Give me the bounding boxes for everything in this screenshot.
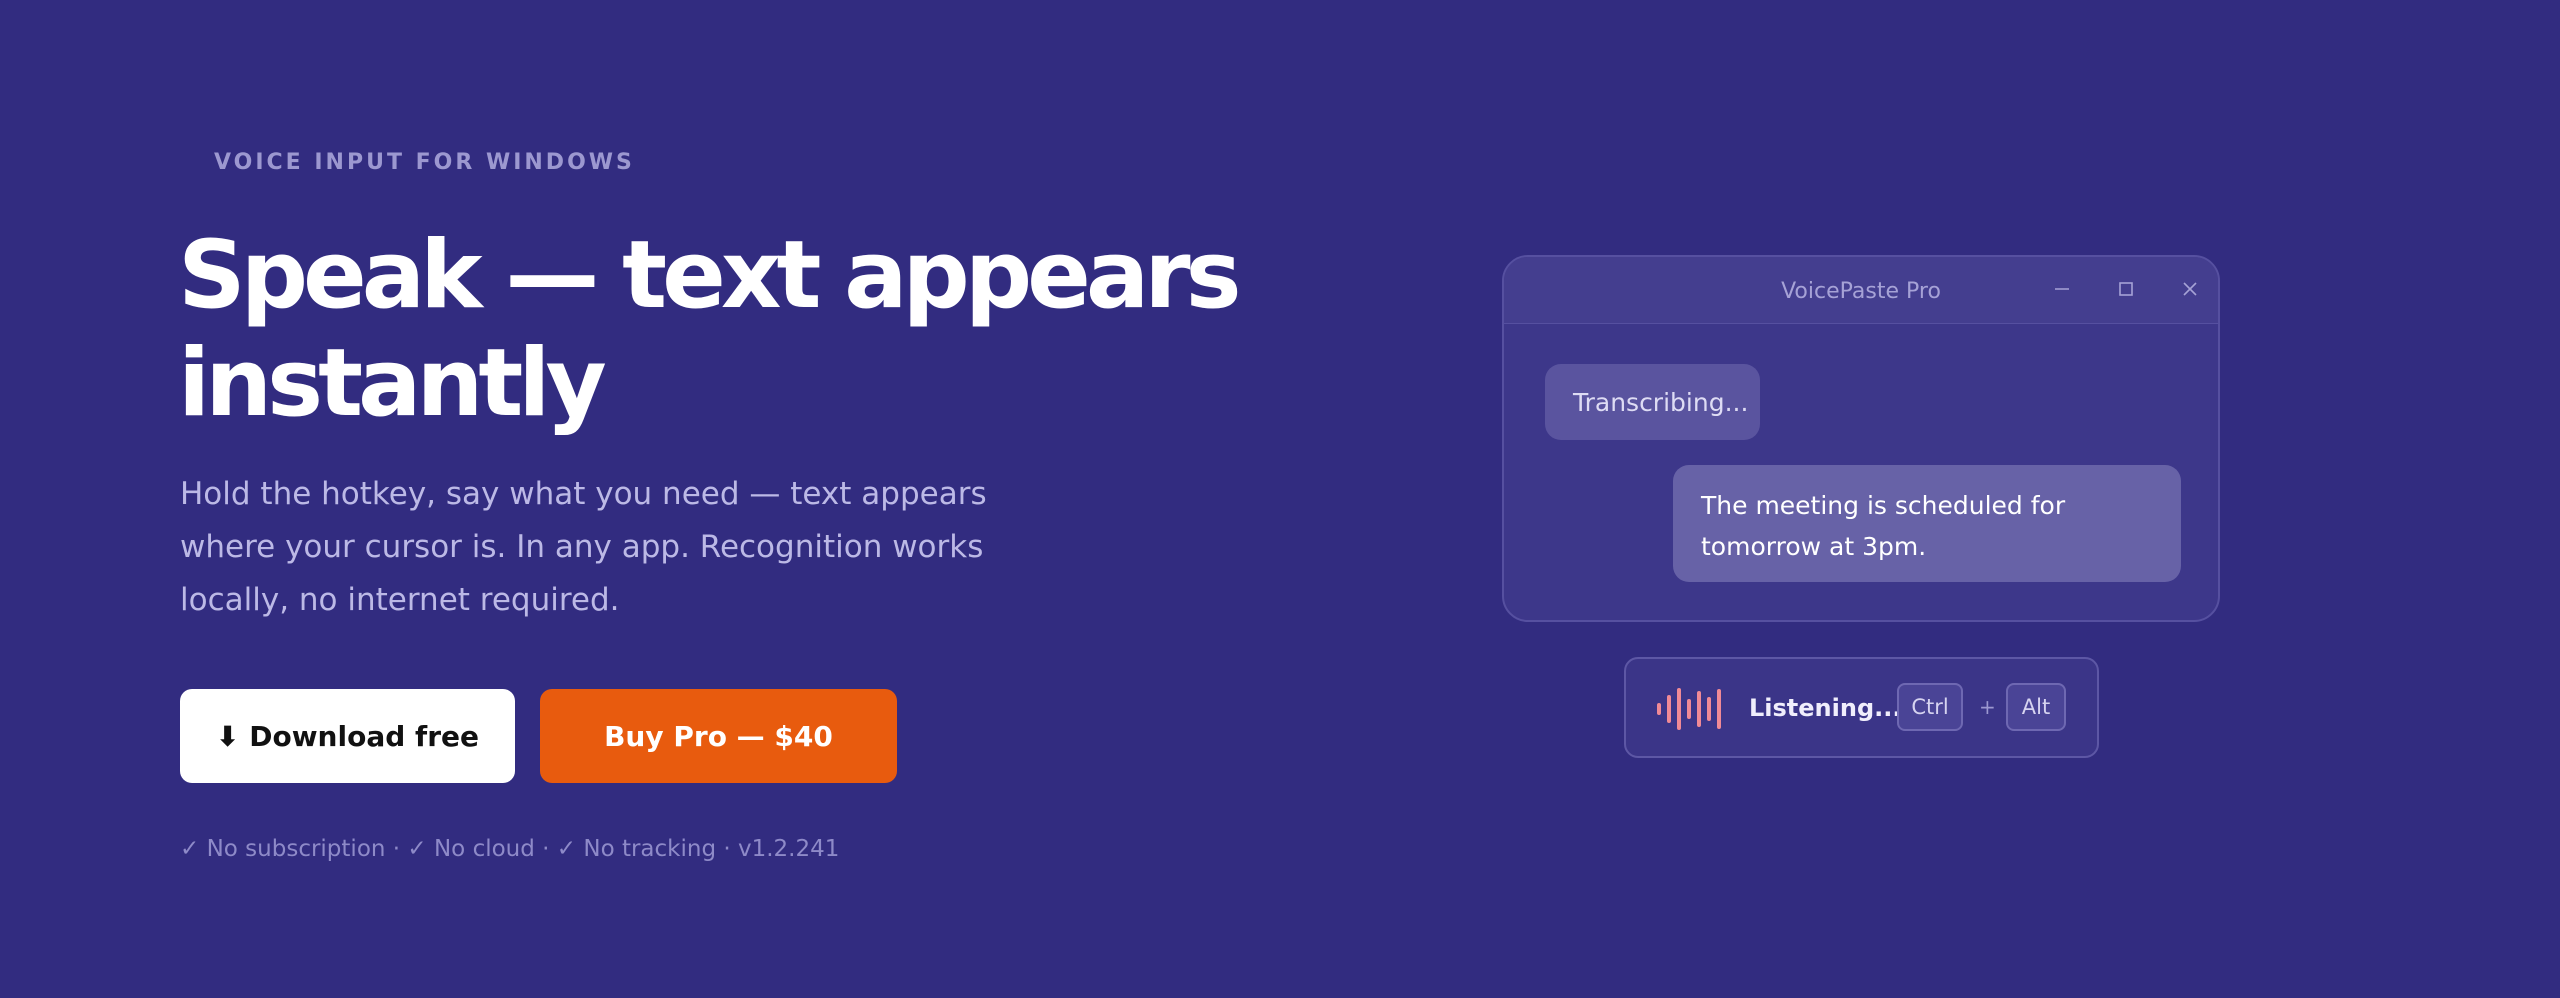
download-free-button[interactable]: ⬇ Download free [180,689,515,783]
hotkey-alt-key: Alt [2006,683,2066,731]
window-titlebar: VoicePaste Pro [1504,257,2218,324]
minimize-icon[interactable] [2044,271,2080,307]
hero-subtitle: Hold the hotkey, say what you need — tex… [180,476,987,618]
hotkey-plus-separator: + [1979,695,1996,719]
hotkey-ctrl-key: Ctrl [1897,683,1963,731]
waveform-icon [1656,687,1726,731]
maximize-icon[interactable] [2108,271,2144,307]
transcribed-message-bubble: The meeting is scheduled for tomorrow at… [1673,465,2181,582]
feature-list: ✓ No subscription · ✓ No cloud · ✓ No tr… [180,836,840,862]
buy-pro-button[interactable]: Buy Pro — $40 [540,689,897,783]
transcribing-status-bubble: Transcribing... [1545,364,1760,440]
eyebrow-label: VOICE INPUT FOR WINDOWS [214,150,635,175]
listening-indicator-bar: Listening... Ctrl + Alt [1624,657,2099,758]
hero-headline: Speak — text appears instantly [178,221,1242,438]
listening-label: Listening... [1749,694,1902,722]
app-window-preview: VoicePaste Pro Transcribing... The meeti… [1502,255,2220,622]
close-icon[interactable] [2172,271,2208,307]
